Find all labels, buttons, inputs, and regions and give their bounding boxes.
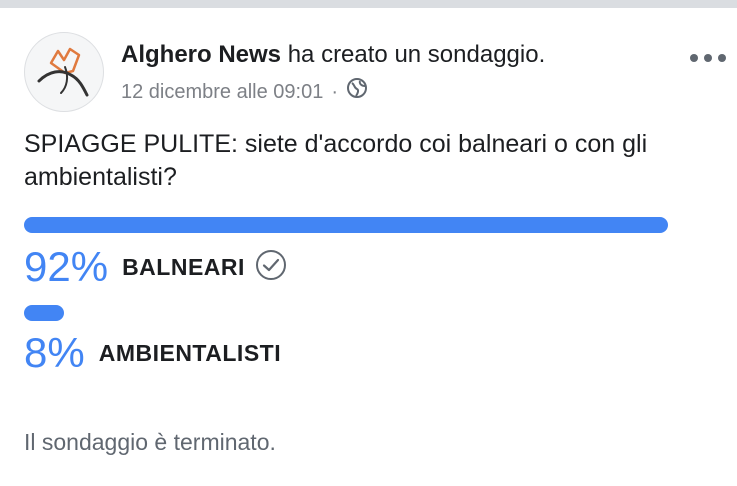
poll-option-ambientalisti[interactable]: 8% AMBIENTALISTI: [24, 305, 668, 375]
poll-percent: 8%: [24, 329, 85, 376]
poll-option-label: BALNEARI: [122, 253, 245, 280]
more-options-button[interactable]: [690, 46, 726, 70]
alghero-news-logo-icon: [37, 47, 89, 97]
poll-status: Il sondaggio è terminato.: [24, 429, 276, 455]
poll-option-balneari[interactable]: 92% BALNEARI: [24, 217, 668, 290]
more-dot: [718, 54, 726, 62]
poll-option-label: AMBIENTALISTI: [98, 339, 282, 366]
globe-icon[interactable]: [346, 77, 368, 106]
poll-result-bar: [24, 305, 64, 321]
author-name[interactable]: Alghero News: [121, 41, 281, 68]
post-meta: 12 dicembre alle 09:01 ·: [121, 77, 368, 106]
more-horizontal-icon: [690, 54, 698, 62]
meta-separator: ·: [331, 80, 339, 103]
post-header: Alghero News ha creato un sondaggio.: [121, 40, 545, 70]
poll-question: SPIAGGE PULITE: siete d'accordo coi baln…: [24, 130, 648, 191]
post-action: ha creato un sondaggio.: [287, 41, 546, 68]
check-circle-icon: [255, 249, 287, 286]
post-timestamp[interactable]: 12 dicembre alle 09:01: [121, 79, 323, 105]
avatar[interactable]: [24, 32, 104, 112]
more-dot: [704, 54, 712, 62]
poll-result-bar: [24, 217, 668, 233]
top-divider: [0, 0, 737, 8]
poll-percent: 92%: [24, 243, 109, 290]
